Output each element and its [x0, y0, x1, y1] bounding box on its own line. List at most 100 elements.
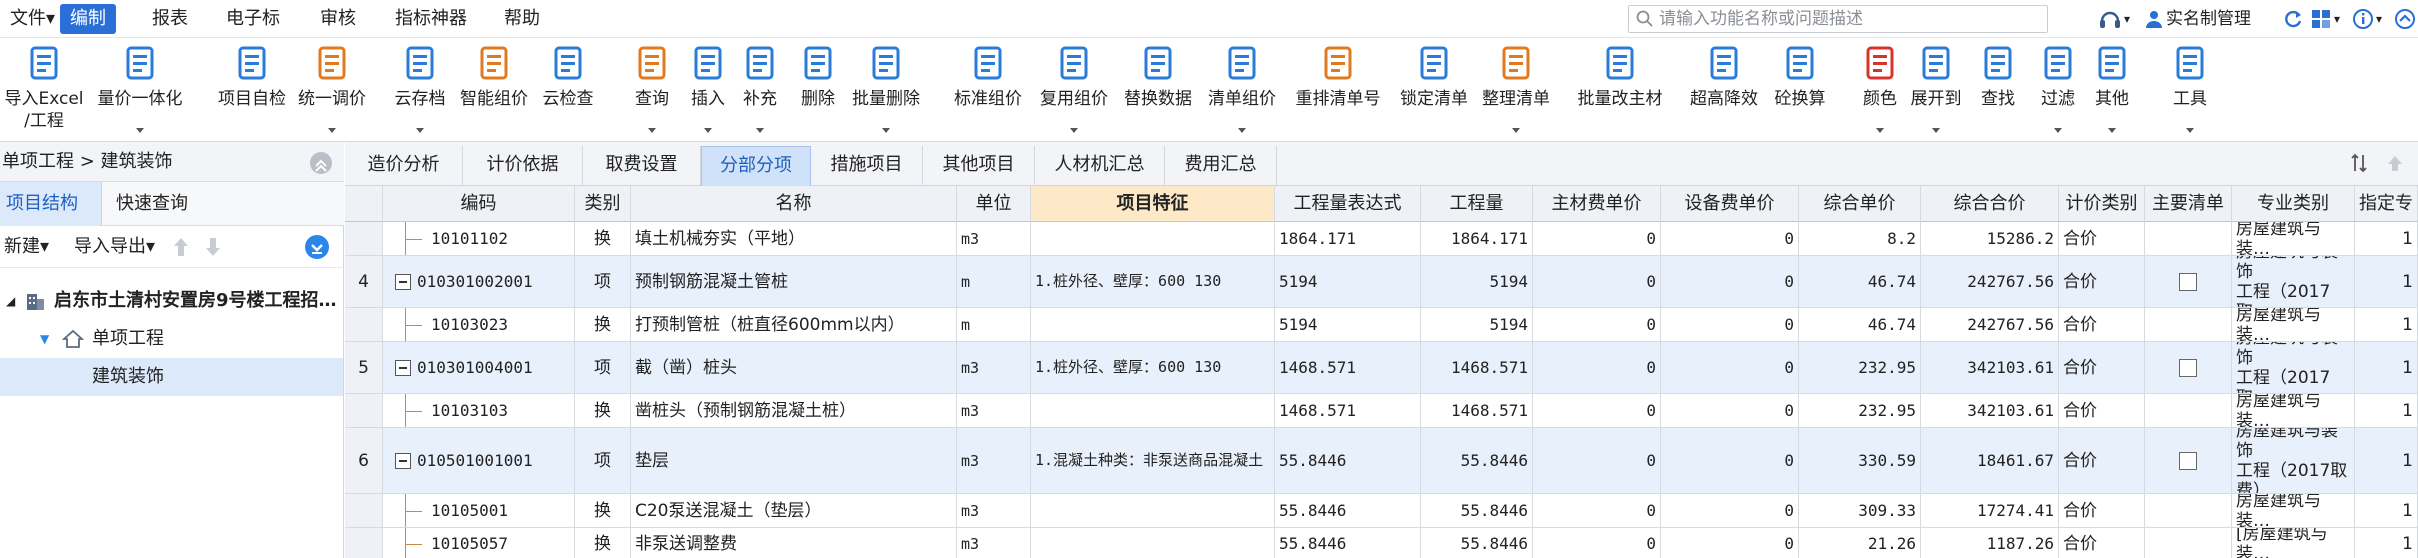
insert-button[interactable]: 插入 [682, 40, 734, 136]
column-header-row-no[interactable] [345, 186, 383, 222]
dropdown-caret-icon[interactable] [136, 128, 144, 133]
dropdown-caret-icon[interactable] [1512, 128, 1520, 133]
column-header-code[interactable]: 编码 [383, 186, 575, 222]
dropdown-caret-icon[interactable] [2108, 128, 2116, 133]
cell-code[interactable]: 10105057 [383, 528, 575, 558]
menu-help[interactable]: 帮助 [494, 4, 550, 34]
tab-fee-settings[interactable]: 取费设置 [583, 146, 701, 186]
column-header-equipment-price[interactable]: 设备费单价 [1661, 186, 1799, 222]
menu-index-tool[interactable]: 指标神器 [385, 4, 477, 34]
column-header-type[interactable]: 类别 [575, 186, 631, 222]
collapse-panel-button[interactable] [310, 152, 332, 174]
tab-bill-items[interactable]: 分部分项 [701, 146, 811, 186]
apps-caret-icon[interactable]: ▾ [2334, 6, 2340, 32]
column-header-main-list[interactable]: 主要清单 [2145, 186, 2232, 222]
cell-code[interactable]: 010501001001 [383, 428, 575, 494]
dropdown-caret-icon[interactable] [328, 128, 336, 133]
lock-list-button[interactable]: 锁定清单 [1392, 40, 1476, 136]
collapse-row-icon[interactable] [395, 452, 411, 469]
column-header-feature[interactable]: 项目特征 [1031, 186, 1275, 222]
organize-list-button[interactable]: 整理清单 [1474, 40, 1558, 136]
replace-data-button[interactable]: 替换数据 [1118, 40, 1198, 136]
arrow-up-icon[interactable] [2394, 8, 2416, 30]
tab-quick-query[interactable]: 快速查询 [104, 182, 214, 226]
dropdown-caret-icon[interactable] [2186, 128, 2194, 133]
import-excel-button[interactable]: 导入Excel/工程 [0, 40, 88, 136]
dropdown-caret-icon[interactable] [1070, 128, 1078, 133]
info-icon[interactable] [2352, 8, 2374, 30]
renumber-button[interactable]: 重排清单号 [1290, 40, 1386, 136]
supplement-button[interactable]: 补充 [732, 40, 788, 136]
dropdown-caret-icon[interactable] [1876, 128, 1884, 133]
column-header-specialty[interactable]: 专业类别 [2232, 186, 2355, 222]
headset-icon[interactable] [2098, 8, 2122, 30]
dropdown-caret-icon[interactable] [416, 128, 424, 133]
list-pricing-button[interactable]: 清单组价 [1202, 40, 1282, 136]
tab-fee-summary[interactable]: 费用汇总 [1165, 146, 1277, 186]
dropdown-caret-icon[interactable] [882, 128, 890, 133]
dropdown-caret-icon[interactable] [1932, 128, 1940, 133]
cell-code[interactable]: 010301004001 [383, 342, 575, 394]
tools-button[interactable]: 工具 [2164, 40, 2216, 136]
move-down-icon[interactable] [204, 236, 222, 258]
dropdown-caret-icon[interactable] [2054, 128, 2062, 133]
cell-code[interactable]: 10105001 [383, 494, 575, 528]
batch-material-button[interactable]: 批量改主材 [1568, 40, 1672, 136]
tree-node-building-decoration[interactable]: 建筑装饰 [0, 358, 343, 396]
concrete-convert-button[interactable]: 砼换算 [1768, 40, 1832, 136]
grid-apps-icon[interactable] [2310, 8, 2332, 30]
smart-pricing-button[interactable]: 智能组价 [454, 40, 534, 136]
download-circle-icon[interactable] [304, 234, 330, 260]
menu-report[interactable]: 报表 [142, 4, 198, 34]
headset-caret-icon[interactable]: ▾ [2124, 6, 2130, 32]
column-header-expression[interactable]: 工程量表达式 [1275, 186, 1421, 222]
tree-expand-icon[interactable]: ▼ [40, 320, 49, 358]
tab-pricing-basis[interactable]: 计价依据 [463, 146, 583, 186]
batch-delete-button[interactable]: 批量删除 [846, 40, 926, 136]
cell-code[interactable]: 10103023 [383, 308, 575, 342]
standard-pricing-button[interactable]: 标准组价 [946, 40, 1030, 136]
column-header-pricing-category[interactable]: 计价类别 [2059, 186, 2145, 222]
column-header-unit-price[interactable]: 综合单价 [1799, 186, 1921, 222]
menu-e-bid[interactable]: 电子标 [216, 4, 290, 34]
cell-code[interactable]: 010301002001 [383, 256, 575, 308]
filter-button[interactable]: 过滤 [2032, 40, 2084, 136]
dropdown-caret-icon[interactable] [704, 128, 712, 133]
collapse-row-icon[interactable] [395, 359, 411, 376]
menu-review[interactable]: 审核 [310, 4, 366, 34]
search-input[interactable]: 请输入功能名称或问题描述 [1628, 5, 2048, 33]
tree-expand-icon[interactable]: ◢ [6, 282, 15, 320]
overheight-button[interactable]: 超高降效 [1682, 40, 1766, 136]
main-list-checkbox[interactable] [2179, 272, 2197, 291]
menu-edit[interactable]: 编制 [60, 4, 116, 34]
delete-button[interactable]: 删除 [790, 40, 846, 136]
tab-project-structure[interactable]: 项目结构 [0, 182, 102, 226]
tree-node-single-project[interactable]: ▼ 单项工程 [0, 320, 343, 358]
dropdown-caret-icon[interactable] [1238, 128, 1246, 133]
column-header-assigned-specialty[interactable]: 指定专 [2355, 186, 2418, 222]
dropdown-caret-icon[interactable] [756, 128, 764, 133]
find-button[interactable]: 查找 [1972, 40, 2024, 136]
tab-cost-analysis[interactable]: 造价分析 [345, 146, 463, 186]
info-caret-icon[interactable]: ▾ [2376, 6, 2382, 32]
column-header-total-price[interactable]: 综合合价 [1921, 186, 2059, 222]
expand-to-button[interactable]: 展开到 [1904, 40, 1968, 136]
import-export-button[interactable]: 导入导出▾ [74, 236, 155, 258]
cell-code[interactable]: 10101102 [383, 222, 575, 256]
quantity-price-button[interactable]: 量价一体化 [88, 40, 192, 136]
new-button[interactable]: 新建▾ [4, 236, 49, 258]
column-header-material-price[interactable]: 主材费单价 [1533, 186, 1661, 222]
tab-measures[interactable]: 措施项目 [811, 146, 923, 186]
cloud-check-button[interactable]: 云检查 [536, 40, 600, 136]
color-button[interactable]: 颜色 [1854, 40, 1906, 136]
main-list-checkbox[interactable] [2179, 451, 2197, 470]
dropdown-caret-icon[interactable] [648, 128, 656, 133]
main-list-checkbox[interactable] [2179, 358, 2197, 377]
reuse-pricing-button[interactable]: 复用组价 [1034, 40, 1114, 136]
project-check-button[interactable]: 项目自检 [212, 40, 292, 136]
tab-labor-material-summary[interactable]: 人材机汇总 [1035, 146, 1165, 186]
column-header-quantity[interactable]: 工程量 [1421, 186, 1533, 222]
column-header-unit[interactable]: 单位 [957, 186, 1031, 222]
query-button[interactable]: 查询 [622, 40, 682, 136]
menu-file[interactable]: 文件▾ [0, 4, 65, 34]
